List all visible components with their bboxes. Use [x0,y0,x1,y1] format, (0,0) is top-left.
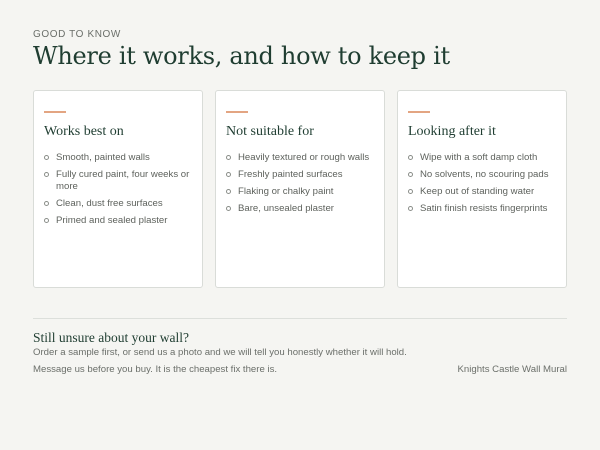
list-item: Bare, unsealed plaster [226,203,374,215]
list-item: Clean, dust free surfaces [44,198,192,210]
list-item: Smooth, painted walls [44,152,192,164]
card-list: Wipe with a soft damp cloth No solvents,… [408,152,556,215]
card-not-suitable-for: Not suitable for Heavily textured or rou… [215,90,385,288]
list-item: Keep out of standing water [408,186,556,198]
cta-note: Message us before you buy. It is the che… [33,364,278,375]
card-title: Not suitable for [226,124,314,139]
cta-body: Order a sample first, or send us a photo… [33,347,407,358]
list-item: Satin finish resists fingerprints [408,203,556,215]
list-item: Primed and sealed plaster [44,215,192,227]
section-eyebrow: GOOD TO KNOW [33,29,121,40]
cta-title: Still unsure about your wall? [33,330,189,345]
card-title: Works best on [44,124,124,139]
list-item: No solvents, no scouring pads [408,169,556,181]
list-item: Freshly painted surfaces [226,169,374,181]
product-name: Knights Castle Wall Mural [457,364,567,375]
bullet-circle-icon [408,189,413,194]
bullet-circle-icon [408,155,413,160]
list-item: Flaking or chalky paint [226,186,374,198]
card-accent-line [44,111,66,113]
list-item: Wipe with a soft damp cloth [408,152,556,164]
bullet-circle-icon [226,206,231,211]
section-divider [33,318,567,319]
bullet-circle-icon [226,155,231,160]
card-accent-line [408,111,430,113]
bullet-circle-icon [408,206,413,211]
bullet-circle-icon [226,189,231,194]
info-cards: Works best on Smooth, painted walls Full… [33,90,567,288]
bullet-circle-icon [408,172,413,177]
list-item: Heavily textured or rough walls [226,152,374,164]
bullet-circle-icon [44,201,49,206]
bullet-circle-icon [44,155,49,160]
card-accent-line [226,111,248,113]
card-list: Smooth, painted walls Fully cured paint,… [44,152,192,227]
bullet-circle-icon [44,172,49,177]
card-list: Heavily textured or rough walls Freshly … [226,152,374,215]
page-title: Where it works, and how to keep it [33,42,450,70]
bullet-circle-icon [44,218,49,223]
card-works-best-on: Works best on Smooth, painted walls Full… [33,90,203,288]
card-title: Looking after it [408,124,496,139]
card-looking-after-it: Looking after it Wipe with a soft damp c… [397,90,567,288]
list-item: Fully cured paint, four weeks or more [44,169,192,193]
bullet-circle-icon [226,172,231,177]
